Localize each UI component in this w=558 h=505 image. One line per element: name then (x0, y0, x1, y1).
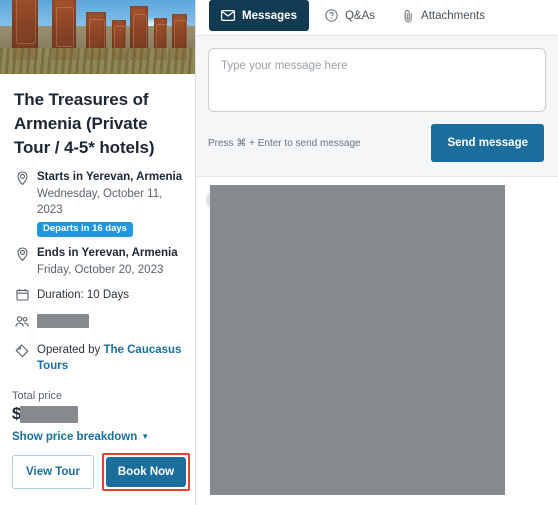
message-thread (196, 177, 558, 495)
price-section: Total price $ Show price breakdown ▼ (0, 383, 195, 443)
conversation-panel: Messages Q&As Attachments Type your mess… (196, 0, 558, 505)
paperclip-icon (403, 9, 414, 23)
tag-icon (12, 342, 32, 360)
page-title: The Treasures of Armenia (Private Tour /… (14, 90, 155, 157)
tour-sidebar: The Treasures of Armenia (Private Tour /… (0, 0, 196, 505)
grass-shape (0, 48, 195, 74)
tab-qas-label: Q&As (344, 9, 376, 22)
show-price-breakdown-label: Show price breakdown (12, 431, 138, 443)
panel-tabs: Messages Q&As Attachments (196, 0, 558, 36)
chevron-down-icon: ▼ (141, 432, 150, 441)
tour-details-list: Starts in Yerevan, Armenia Wednesday, Oc… (0, 166, 195, 383)
detail-row-end: Ends in Yerevan, Armenia Friday, October… (12, 246, 183, 278)
operator-text: Operated by The Caucasus Tours (37, 342, 183, 374)
tour-hero-image (0, 0, 195, 74)
booking-detail-screen: The Treasures of Armenia (Private Tour /… (0, 0, 558, 505)
tab-messages-label: Messages (242, 9, 297, 22)
start-date: Wednesday, October 11, 2023 (37, 188, 163, 216)
tab-attachments[interactable]: Attachments (391, 0, 497, 31)
detail-row-operator: Operated by The Caucasus Tours (12, 342, 183, 374)
total-price-value: $ (12, 404, 183, 424)
question-circle-icon (325, 9, 338, 22)
tab-qas[interactable]: Q&As (313, 0, 387, 31)
send-message-button[interactable]: Send message (431, 124, 544, 162)
price-redaction (20, 405, 79, 423)
detail-row-start: Starts in Yerevan, Armenia Wednesday, Oc… (12, 170, 183, 237)
location-pin-icon (12, 170, 32, 188)
location-pin-icon (12, 246, 32, 264)
end-date: Friday, October 20, 2023 (37, 264, 164, 276)
operated-by-label: Operated by (37, 344, 104, 356)
tab-attachments-label: Attachments (421, 9, 485, 22)
travelers-redaction (37, 314, 89, 328)
book-now-button[interactable]: Book Now (106, 457, 186, 487)
show-price-breakdown-toggle[interactable]: Show price breakdown ▼ (12, 431, 183, 443)
calendar-icon (12, 287, 32, 305)
duration-text: Duration: 10 Days (37, 289, 130, 301)
detail-row-duration: Duration: 10 Days (12, 287, 183, 305)
envelope-icon (221, 10, 235, 21)
departs-badge: Departs in 16 days (37, 222, 133, 237)
thread-redaction (210, 185, 505, 495)
total-price-label: Total price (12, 390, 63, 402)
sidebar-actions: View Tour Book Now (0, 443, 195, 505)
end-location: Ends in Yerevan, Armenia (37, 247, 178, 259)
tab-messages[interactable]: Messages (209, 0, 309, 31)
message-composer: Type your message here Press ⌘ + Enter t… (196, 36, 558, 177)
composer-footer: Press ⌘ + Enter to send message Send mes… (208, 124, 546, 162)
start-location: Starts in Yerevan, Armenia (37, 171, 183, 183)
message-input[interactable]: Type your message here (208, 48, 546, 112)
send-hint: Press ⌘ + Enter to send message (208, 137, 361, 149)
book-now-highlight: Book Now (102, 453, 190, 491)
detail-row-travelers (12, 314, 183, 333)
view-tour-button[interactable]: View Tour (12, 455, 94, 489)
travelers-icon (12, 314, 32, 332)
